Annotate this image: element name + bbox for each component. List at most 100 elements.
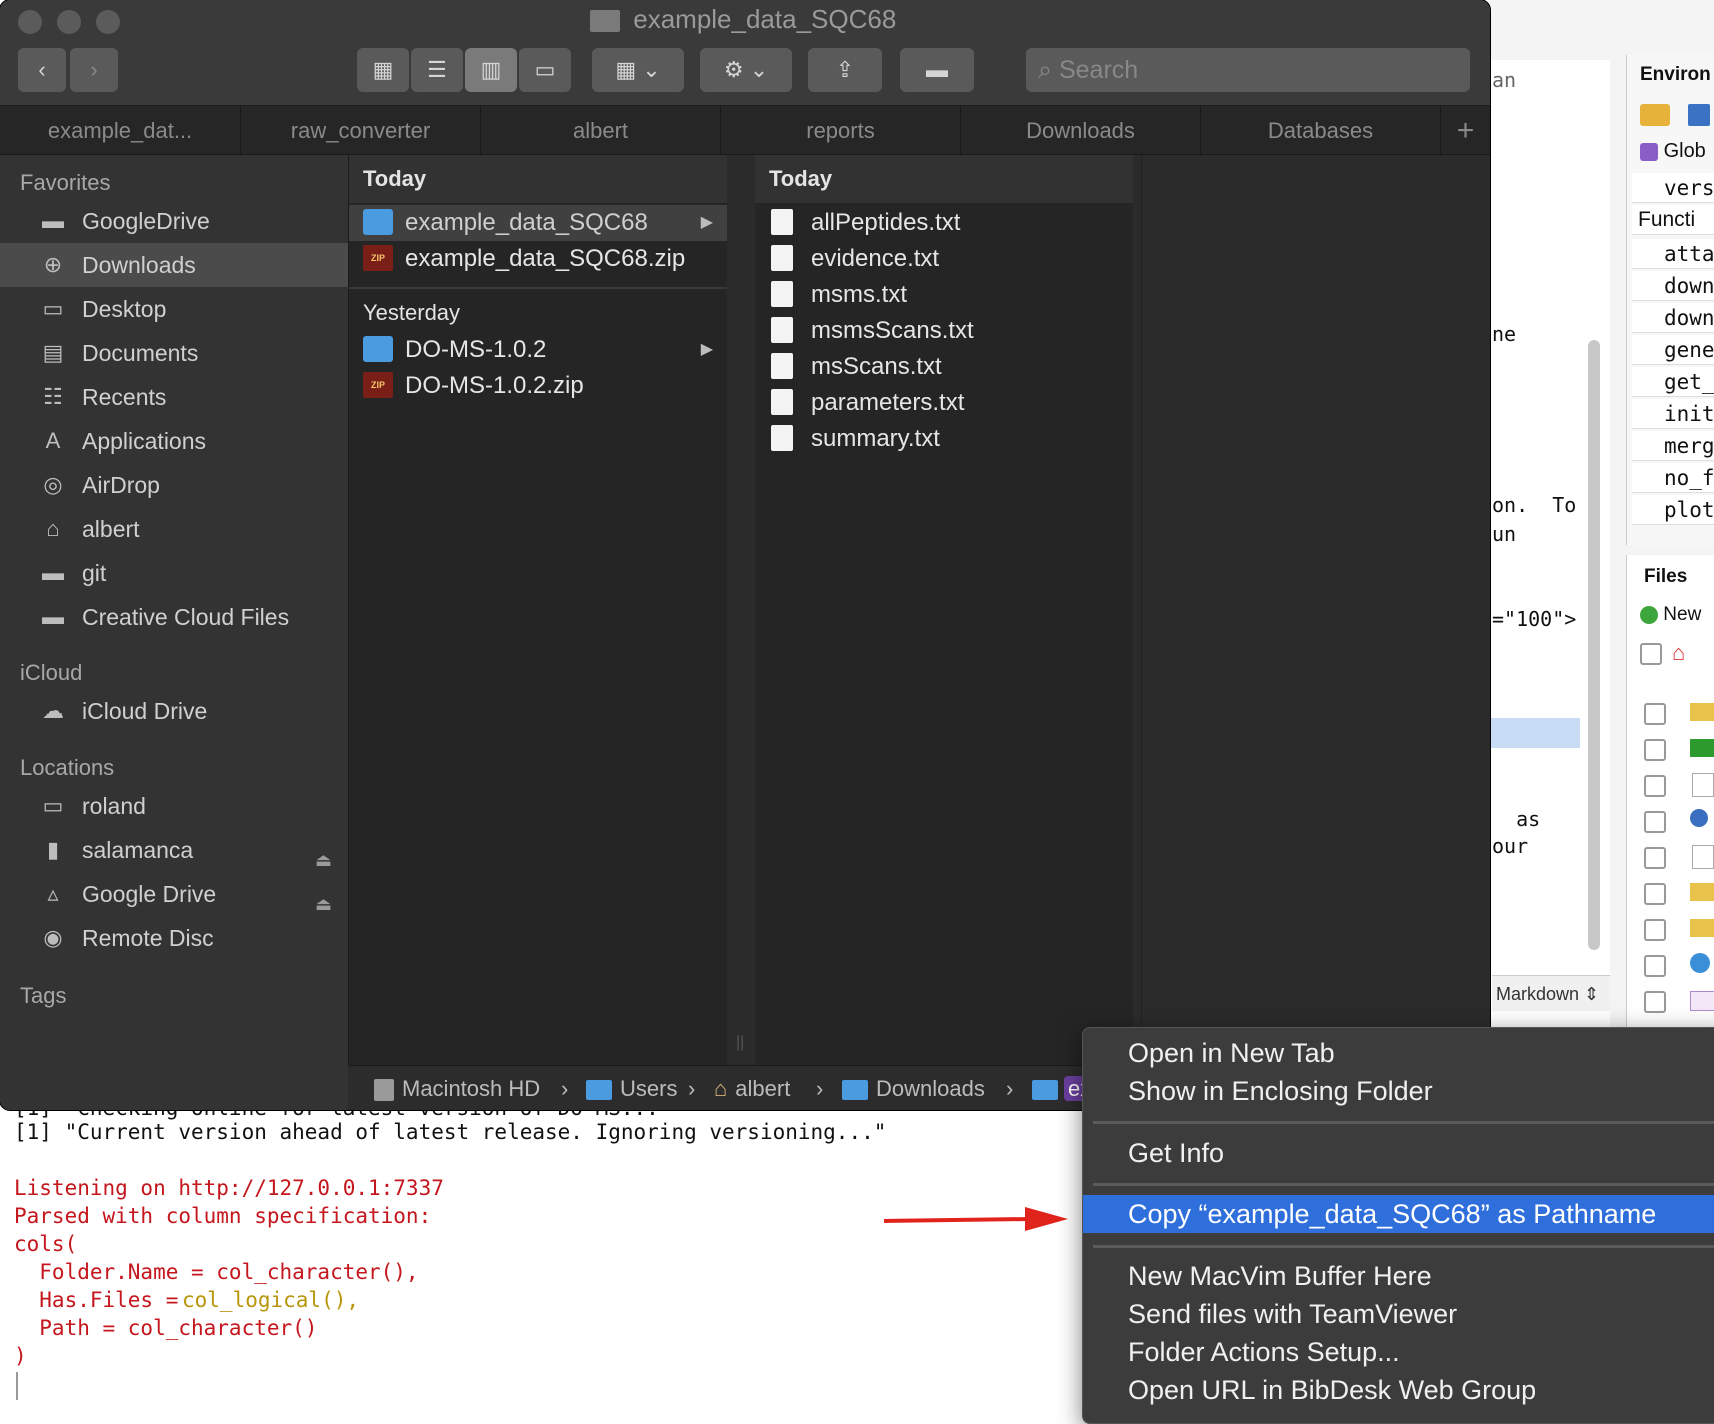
menu-item-open-url-bibdesk[interactable]: Open URL in BibDesk Web Group — [1083, 1371, 1714, 1409]
menu-separator — [1093, 1245, 1714, 1248]
file-checkbox[interactable] — [1644, 739, 1666, 761]
markdown-selector[interactable]: Markdown ⇕ — [1492, 975, 1610, 1011]
path-item-downloads[interactable]: Downloads — [842, 1066, 985, 1110]
menu-item-get-info[interactable]: Get Info — [1083, 1134, 1714, 1172]
file-checkbox[interactable] — [1644, 775, 1666, 797]
file-name: example_data_SQC68 — [405, 209, 648, 236]
env-row[interactable]: vers — [1632, 173, 1714, 203]
select-all-checkbox[interactable] — [1640, 643, 1662, 665]
file-checkbox[interactable] — [1644, 703, 1666, 725]
menu-item-new-macvim-buffer[interactable]: New MacVim Buffer Here — [1083, 1257, 1714, 1295]
back-button[interactable]: ‹ — [18, 48, 66, 92]
file-row-zip[interactable]: ZIP DO-MS-1.0.2.zip — [349, 368, 727, 404]
tab-example-data[interactable]: example_dat... — [0, 106, 241, 154]
tab-files[interactable]: Files — [1644, 566, 1687, 588]
env-row[interactable]: init — [1632, 399, 1714, 429]
file-row-txt[interactable]: msms.txt — [755, 277, 1133, 313]
sidebar-item-googledrive[interactable]: ▬ GoogleDrive — [0, 199, 348, 243]
file-checkbox[interactable] — [1644, 811, 1666, 833]
tab-raw-converter[interactable]: raw_converter — [241, 106, 481, 154]
disc-icon: ◉ — [43, 925, 63, 950]
file-checkbox[interactable] — [1644, 955, 1666, 977]
home-icon[interactable]: ⌂ — [1672, 640, 1685, 666]
sidebar-item-albert[interactable]: ⌂ albert — [0, 507, 348, 551]
file-row-txt[interactable]: allPeptides.txt — [755, 205, 1133, 241]
sidebar-item-icloud-drive[interactable]: ☁ iCloud Drive — [0, 689, 348, 733]
menu-item-send-teamviewer[interactable]: Send files with TeamViewer — [1083, 1295, 1714, 1333]
tab-albert[interactable]: albert — [481, 106, 721, 154]
share-button[interactable]: ⇪ — [808, 48, 882, 92]
menu-item-show-enclosing-folder[interactable]: Show in Enclosing Folder — [1083, 1072, 1714, 1110]
group-by-button[interactable]: ▦ ⌄ — [592, 48, 684, 92]
file-name: parameters.txt — [811, 389, 965, 416]
sidebar-item-desktop[interactable]: ▭ Desktop — [0, 287, 348, 331]
sidebar-item-salamanca[interactable]: ▮ salamanca ⏏ — [0, 828, 348, 872]
path-item-macintosh-hd[interactable]: Macintosh HD — [374, 1066, 540, 1110]
save-icon[interactable] — [1688, 104, 1710, 126]
new-folder-button[interactable]: New — [1640, 604, 1701, 626]
file-checkbox[interactable] — [1644, 847, 1666, 869]
tab-databases[interactable]: Databases — [1201, 106, 1441, 154]
file-row-txt[interactable]: msmsScans.txt — [755, 313, 1133, 349]
global-env-selector[interactable]: Glob — [1640, 140, 1706, 163]
search-field[interactable]: ⌕ Search — [1026, 48, 1470, 92]
menu-item-open-new-tab[interactable]: Open in New Tab — [1083, 1034, 1714, 1072]
tags-button[interactable]: ▬ — [900, 48, 974, 92]
section-header-yesterday: Yesterday — [349, 289, 727, 337]
folder-icon — [1032, 1080, 1058, 1101]
file-checkbox[interactable] — [1644, 883, 1666, 905]
sidebar-item-downloads[interactable]: ⊕ Downloads — [0, 243, 348, 287]
view-gallery-button[interactable]: ▭ — [519, 48, 571, 92]
forward-button[interactable]: › — [70, 48, 118, 92]
r-console[interactable]: [1] "Checking online for latest version … — [0, 1106, 1100, 1422]
finder-titlebar[interactable]: example_data_SQC68 ‹ › ▦ ☰ ▥ ▭ ▦ ⌄ ⚙ ⌄ ⇪… — [0, 0, 1490, 106]
action-button[interactable]: ⚙ ⌄ — [700, 48, 792, 92]
path-item-users[interactable]: Users — [586, 1066, 677, 1110]
tab-environment[interactable]: Environ — [1640, 64, 1711, 86]
tab-reports[interactable]: reports — [721, 106, 961, 154]
finder-window[interactable]: example_data_SQC68 ‹ › ▦ ☰ ▥ ▭ ▦ ⌄ ⚙ ⌄ ⇪… — [0, 0, 1490, 1110]
editor-scrollbar[interactable] — [1588, 340, 1600, 950]
file-row-folder[interactable]: DO-MS-1.0.2 ▶ — [349, 332, 727, 368]
env-row[interactable]: get_ — [1632, 367, 1714, 397]
view-list-button[interactable]: ☰ — [411, 48, 463, 92]
file-row-txt[interactable]: summary.txt — [755, 421, 1133, 457]
env-row[interactable]: plot — [1632, 495, 1714, 525]
tab-downloads[interactable]: Downloads — [961, 106, 1201, 154]
sidebar-item-applications[interactable]: A Applications — [0, 419, 348, 463]
view-icon-button[interactable]: ▦ — [357, 48, 409, 92]
file-row-folder[interactable]: example_data_SQC68 ▶ — [349, 205, 727, 241]
view-column-button[interactable]: ▥ — [465, 48, 517, 92]
env-row[interactable]: no_f — [1632, 463, 1714, 493]
sidebar-item-creative-cloud[interactable]: ▬ Creative Cloud Files — [0, 595, 348, 639]
file-checkbox[interactable] — [1644, 919, 1666, 941]
open-icon[interactable] — [1640, 104, 1670, 126]
add-tab-button[interactable]: + — [1441, 106, 1490, 154]
close-window-button[interactable] — [18, 10, 42, 34]
minimize-window-button[interactable] — [57, 10, 81, 34]
file-row-txt[interactable]: msScans.txt — [755, 349, 1133, 385]
zoom-window-button[interactable] — [96, 10, 120, 34]
env-row[interactable]: gene — [1632, 335, 1714, 365]
sidebar-item-roland[interactable]: ▭ roland — [0, 784, 348, 828]
sidebar-item-documents[interactable]: ▤ Documents — [0, 331, 348, 375]
env-row[interactable]: atta — [1632, 239, 1714, 269]
file-row-zip[interactable]: ZIP example_data_SQC68.zip — [349, 241, 727, 277]
sidebar-item-remote-disc[interactable]: ◉ Remote Disc — [0, 916, 348, 960]
file-checkbox[interactable] — [1644, 991, 1666, 1013]
file-row-txt[interactable]: parameters.txt — [755, 385, 1133, 421]
path-item-albert[interactable]: ⌂ albert — [714, 1066, 790, 1110]
sidebar-item-google-drive[interactable]: ▵ Google Drive ⏏ — [0, 872, 348, 916]
env-row[interactable]: down — [1632, 303, 1714, 333]
env-row[interactable]: down — [1632, 271, 1714, 301]
sidebar-item-git[interactable]: ▬ git — [0, 551, 348, 595]
column-resize-handle[interactable]: || — [736, 1034, 744, 1052]
menu-item-folder-actions[interactable]: Folder Actions Setup... — [1083, 1333, 1714, 1371]
sidebar-item-airdrop[interactable]: ◎ AirDrop — [0, 463, 348, 507]
column-divider[interactable] — [727, 155, 755, 1065]
file-row-txt[interactable]: evidence.txt — [755, 241, 1133, 277]
sidebar-item-label: Desktop — [82, 296, 167, 322]
sidebar-item-recents[interactable]: ☷ Recents — [0, 375, 348, 419]
env-row[interactable]: merg — [1632, 431, 1714, 461]
menu-item-copy-pathname[interactable]: Copy “example_data_SQC68” as Pathname — [1083, 1195, 1714, 1233]
